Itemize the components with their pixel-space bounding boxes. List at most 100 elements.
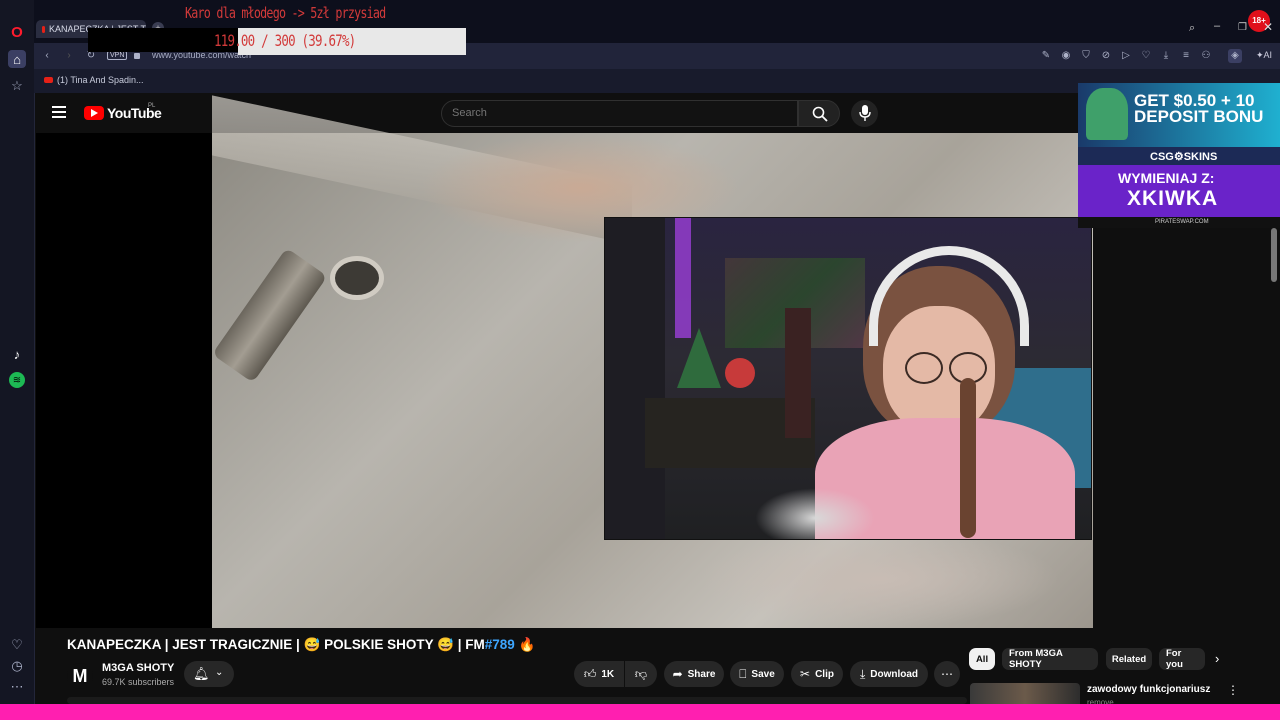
video-hashtag[interactable]: #789: [485, 637, 515, 652]
scrollbar[interactable]: [1271, 228, 1277, 282]
secondary-panel: [1093, 228, 1280, 628]
play-icon[interactable]: ▷: [1119, 49, 1133, 63]
history-icon[interactable]: ◷: [8, 657, 26, 675]
vpn-badge[interactable]: VPN: [107, 51, 128, 60]
opera-sidebar: O ⌂ ☆ ♪ ≋ ♡ ◷ ⋯: [0, 0, 35, 720]
tiktok-icon[interactable]: ♪: [8, 345, 26, 363]
menu-icon[interactable]: ≡: [1179, 49, 1193, 63]
youtube-favicon-icon: [42, 25, 45, 33]
home-icon[interactable]: ⌂: [8, 50, 26, 68]
download-icon[interactable]: ⤓: [1159, 49, 1173, 63]
like-button[interactable]: 👍︎ 1K: [574, 661, 624, 687]
chevron-down-icon: ⌄: [215, 667, 224, 678]
country-code: PL: [148, 103, 156, 109]
ad-headline: GET $0.50 + 10 DEPOSIT BONU: [1134, 91, 1264, 126]
facecam-scarf: [785, 308, 811, 438]
clip-label: Clip: [815, 668, 834, 680]
chip-related[interactable]: Related: [1106, 648, 1152, 670]
more-icon[interactable]: ⋯: [8, 678, 26, 696]
favorite-icon[interactable]: ♡: [1139, 49, 1153, 63]
search-icon: [812, 106, 828, 122]
clip-button[interactable]: ✂ Clip: [791, 661, 843, 687]
cube-icon[interactable]: ◈: [1228, 49, 1242, 63]
voice-search-button[interactable]: [851, 100, 878, 127]
facecam-braid: [960, 378, 976, 538]
search-tabs-icon[interactable]: ⌕: [1189, 22, 1195, 35]
chevron-right-icon[interactable]: ›: [1215, 651, 1219, 666]
download-label: Download: [870, 668, 919, 680]
ad-promo-code: XKIWKA: [1127, 187, 1219, 210]
close-icon[interactable]: ✕: [1263, 20, 1273, 34]
ad-site: PIRATESWAP.COM: [1155, 219, 1209, 225]
scissors-icon: ✂: [800, 667, 811, 681]
thumbs-down-icon: 👎︎: [634, 666, 648, 681]
ai-label: AI: [1263, 50, 1273, 60]
microphone-icon: [859, 105, 871, 121]
save-button[interactable]: ⎕ Save: [730, 661, 784, 687]
ad-brand: CSG⚙SKINS: [1150, 151, 1218, 163]
share-button[interactable]: ➦ Share: [664, 661, 724, 687]
more-actions-button[interactable]: ⋯: [934, 661, 960, 687]
chip-for-you[interactable]: For you: [1159, 648, 1205, 670]
taskbar-strip: [0, 704, 1280, 720]
video-title: KANAPECZKA | JEST TRAGICZNIE | 😅 POLSKIE…: [67, 637, 535, 653]
facecam-hand-blur: [755, 488, 875, 539]
dislike-button[interactable]: 👎︎: [625, 661, 657, 687]
facecam-christmas-tree: [677, 328, 721, 388]
video-title-suffix: 🔥: [514, 637, 536, 652]
video-tube-opening: [330, 256, 384, 300]
chip-from-channel[interactable]: From M3GA SHOTY: [1002, 648, 1098, 670]
bookmark-icon: ⎕: [739, 666, 747, 681]
star-icon[interactable]: ☆: [8, 77, 26, 95]
facecam-light: [675, 218, 691, 338]
hamburger-menu-icon[interactable]: [52, 106, 66, 118]
facecam-headphones: [869, 246, 1029, 346]
facecam-shield: [725, 358, 755, 388]
bookmark-label: (1) Tina And Spadin...: [57, 75, 144, 85]
channel-avatar[interactable]: M: [67, 663, 93, 689]
video-hand-blur-bottom: [700, 530, 1060, 628]
youtube-favicon-icon: [44, 77, 53, 83]
goal-title: Karo dla młodego -> 5zł przysiad: [185, 4, 386, 22]
maximize-icon[interactable]: ❐: [1238, 22, 1247, 33]
heart-icon[interactable]: ♡: [8, 636, 26, 654]
facecam-overlay: [604, 217, 1092, 540]
ad-mascot: [1086, 88, 1128, 140]
kebab-menu-icon[interactable]: ⋮: [1227, 683, 1239, 697]
save-label: Save: [751, 668, 775, 680]
facecam-glasses-left: [905, 352, 943, 384]
back-icon[interactable]: ‹: [40, 49, 54, 63]
edit-icon[interactable]: ✎: [1039, 49, 1053, 63]
share-label: Share: [687, 668, 716, 680]
search-button[interactable]: [798, 100, 840, 127]
camera-icon[interactable]: ◉: [1059, 49, 1073, 63]
ai-button[interactable]: ✦AI: [1256, 50, 1272, 61]
download-icon: ⤓: [859, 666, 866, 681]
thumbs-up-icon: 👍︎: [583, 666, 597, 681]
forward-icon[interactable]: ›: [62, 49, 76, 63]
chip-all[interactable]: All: [969, 648, 995, 670]
channel-name[interactable]: M3GA SHOTY: [102, 662, 174, 674]
youtube-play-icon: [84, 106, 104, 120]
recommendation-title[interactable]: zawodowy funkcjonariusz: [1087, 684, 1210, 695]
download-button[interactable]: ⤓ Download: [850, 661, 928, 687]
minimize-icon[interactable]: –: [1214, 20, 1220, 32]
bell-icon: 🔔︎: [193, 666, 210, 681]
bookmark-item[interactable]: (1) Tina And Spadin...: [44, 75, 144, 85]
opera-logo-icon[interactable]: O: [8, 23, 26, 41]
notification-button[interactable]: 🔔︎ ⌄: [184, 661, 234, 687]
adblock-icon[interactable]: ⊘: [1099, 49, 1113, 63]
video-title-text: KANAPECZKA | JEST TRAGICZNIE | 😅 POLSKIE…: [67, 637, 485, 652]
subscriber-count: 69.7K subscribers: [102, 677, 175, 687]
facecam-door: [605, 218, 665, 539]
shield-icon[interactable]: ⛉: [1079, 49, 1093, 63]
lock-icon: [134, 53, 140, 59]
share-icon: ➦: [672, 667, 683, 681]
profile-icon[interactable]: ⚇: [1199, 49, 1213, 63]
spotify-icon[interactable]: ≋: [9, 372, 25, 388]
ad-promo-line1: WYMIENIAJ Z:: [1118, 170, 1215, 186]
like-count: 1K: [601, 668, 615, 680]
search-input[interactable]: [452, 107, 752, 119]
more-dots-icon: ⋯: [941, 667, 953, 681]
description-preview[interactable]: [67, 697, 967, 704]
